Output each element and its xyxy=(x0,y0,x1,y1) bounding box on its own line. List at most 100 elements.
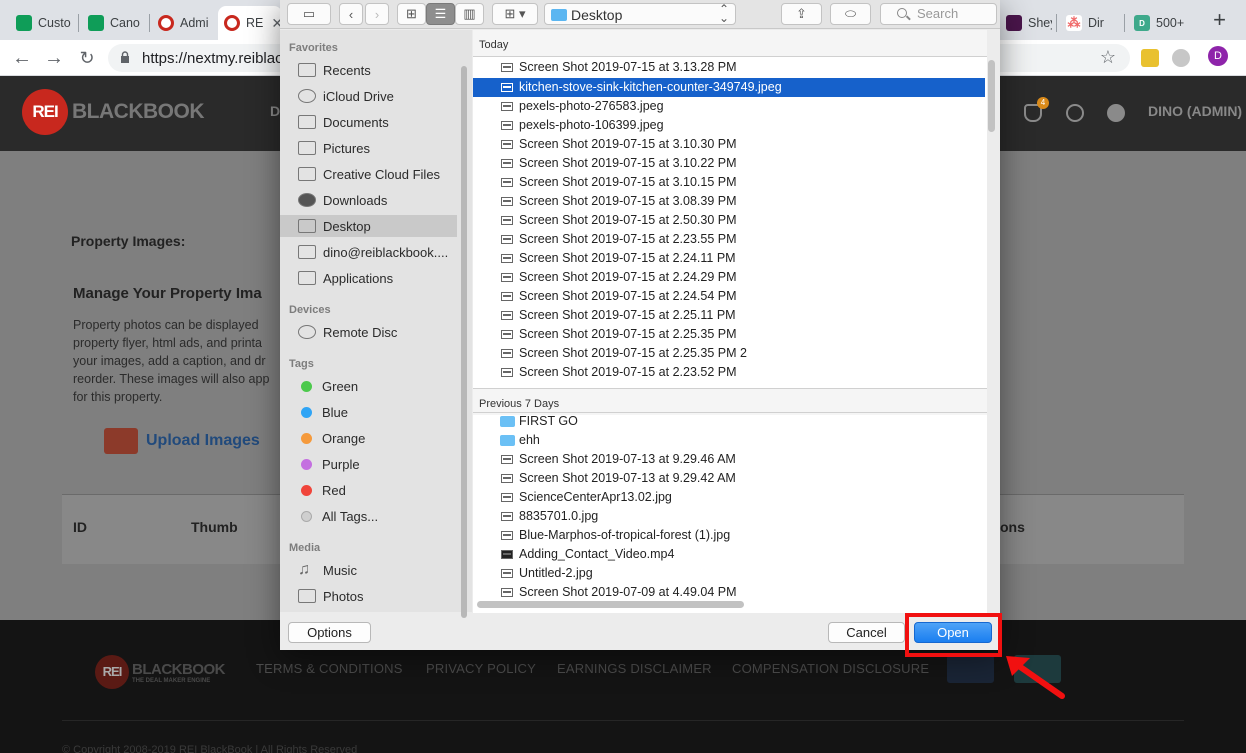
extension-icon[interactable] xyxy=(1172,49,1190,67)
reload-icon[interactable]: ↻ xyxy=(75,46,99,70)
icon-view-icon[interactable]: ⊞ xyxy=(397,3,426,25)
location-dropdown[interactable]: Desktop ⌃ ⌄ xyxy=(544,3,736,25)
file-row[interactable]: Screen Shot 2019-07-15 at 2.25.35 PM xyxy=(473,325,985,344)
bookmark-star-icon[interactable]: ☆ xyxy=(1100,47,1116,68)
image-file-icon xyxy=(501,140,513,149)
sidebar-item-photos[interactable]: Photos xyxy=(280,585,457,607)
upload-images-button[interactable]: Upload Images xyxy=(104,428,260,454)
file-row[interactable]: Blue-Marphos-of-tropical-forest (1).jpg xyxy=(473,526,985,545)
sidebar-item-recents[interactable]: Recents xyxy=(280,59,457,81)
options-button[interactable]: Options xyxy=(288,622,371,643)
profile-avatar[interactable]: D xyxy=(1208,46,1228,66)
sidebar-item-music[interactable]: ♫ Music xyxy=(280,559,457,581)
file-row[interactable]: 8835701.0.jpg xyxy=(473,507,985,526)
folder-row[interactable]: FIRST GO xyxy=(473,412,985,431)
list-view-icon[interactable]: ☰ xyxy=(426,3,455,25)
column-view-icon[interactable]: ▥ xyxy=(455,3,484,25)
browser-tab[interactable]: Cano xyxy=(82,6,146,40)
sidebar-item-pictures[interactable]: Pictures xyxy=(280,137,457,159)
forward-arrow-icon[interactable]: → xyxy=(42,46,66,70)
file-row[interactable]: Adding_Contact_Video.mp4 xyxy=(473,545,985,564)
clock-icon[interactable] xyxy=(1066,104,1084,122)
file-row[interactable]: ScienceCenterApr13.02.jpg xyxy=(473,488,985,507)
browser-tab[interactable]: D 500+ xyxy=(1128,6,1192,40)
folder-row[interactable]: ehh xyxy=(473,431,985,450)
file-row[interactable]: Untitled-2.jpg xyxy=(473,564,985,583)
file-row[interactable]: Screen Shot 2019-07-15 at 3.10.22 PM xyxy=(473,154,985,173)
nav-item[interactable]: D xyxy=(270,103,280,119)
sidebar-item-applications[interactable]: Applications xyxy=(280,267,457,289)
browser-tab[interactable]: ⁂ Dir xyxy=(1060,6,1120,40)
facebook-icon[interactable] xyxy=(947,655,994,683)
file-row[interactable]: pexels-photo-106399.jpeg xyxy=(473,116,985,135)
browser-tab[interactable]: Admi xyxy=(152,6,218,40)
browser-tab-active[interactable]: RE ✕ xyxy=(218,6,282,40)
forward-chevron-icon[interactable]: › xyxy=(365,3,389,25)
file-row[interactable]: Screen Shot 2019-07-15 at 2.25.11 PM xyxy=(473,306,985,325)
back-arrow-icon[interactable]: ← xyxy=(10,46,34,70)
tag-dot-icon xyxy=(301,406,312,418)
footer-link-terms[interactable]: TERMS & CONDITIONS xyxy=(256,661,403,676)
footer-link-earnings[interactable]: EARNINGS DISCLAIMER xyxy=(557,661,712,676)
sidebar-tag-blue[interactable]: Blue xyxy=(280,401,457,423)
file-row[interactable]: Screen Shot 2019-07-15 at 3.10.30 PM xyxy=(473,135,985,154)
sidebar-item-home[interactable]: dino@reiblackbook.... xyxy=(280,241,457,263)
sidebar-item-downloads[interactable]: Downloads xyxy=(280,189,457,211)
footer-link-privacy[interactable]: PRIVACY POLICY xyxy=(426,661,536,676)
tag-icon[interactable]: ⬭ xyxy=(830,3,871,25)
user-menu[interactable]: DINO (ADMIN) xyxy=(1148,103,1242,119)
file-row[interactable]: Screen Shot 2019-07-15 at 2.24.11 PM xyxy=(473,249,985,268)
cancel-button[interactable]: Cancel xyxy=(828,622,905,643)
file-row[interactable]: Screen Shot 2019-07-09 at 4.49.04 PM xyxy=(473,583,985,602)
file-row[interactable]: Screen Shot 2019-07-13 at 9.29.46 AM xyxy=(473,450,985,469)
file-row-selected[interactable]: kitchen-stove-sink-kitchen-counter-34974… xyxy=(473,78,985,97)
file-row[interactable]: Screen Shot 2019-07-15 at 3.08.39 PM xyxy=(473,192,985,211)
image-file-icon xyxy=(501,216,513,225)
browser-tab[interactable]: Custo xyxy=(10,6,74,40)
file-row[interactable]: Screen Shot 2019-07-15 at 2.25.35 PM 2 xyxy=(473,344,985,363)
sidebar-tag-purple[interactable]: Purple xyxy=(280,453,457,475)
tag-dot-icon xyxy=(301,484,312,496)
file-row[interactable]: Screen Shot 2019-07-15 at 2.24.54 PM xyxy=(473,287,985,306)
sheets-icon xyxy=(16,15,32,31)
search-field[interactable]: Search xyxy=(880,3,997,25)
sidebar-tag-orange[interactable]: Orange xyxy=(280,427,457,449)
file-name: Screen Shot 2019-07-15 at 2.24.11 PM xyxy=(519,251,736,265)
music-note-icon: ♫ xyxy=(298,561,310,578)
back-chevron-icon[interactable]: ‹ xyxy=(339,3,363,25)
file-row[interactable]: Screen Shot 2019-07-13 at 9.29.42 AM xyxy=(473,469,985,488)
sidebar-item-label: Remote Disc xyxy=(323,324,398,340)
footer-link-compensation[interactable]: COMPENSATION DISCLOSURE xyxy=(732,661,929,676)
sidebar-item-remote-disc[interactable]: Remote Disc xyxy=(280,321,457,343)
file-list-horizontal-scrollbar[interactable] xyxy=(477,601,744,608)
file-row[interactable]: Screen Shot 2019-07-15 at 2.24.29 PM xyxy=(473,268,985,287)
sidebar-tag-green[interactable]: Green xyxy=(280,375,457,397)
sidebar-item-icloud[interactable]: iCloud Drive xyxy=(280,85,457,107)
sidebar-item-label: Creative Cloud Files xyxy=(323,166,441,182)
site-logo[interactable]: REI BLACKBOOK xyxy=(22,89,205,135)
file-row[interactable]: Screen Shot 2019-07-15 at 3.13.28 PM xyxy=(473,58,985,77)
file-row[interactable]: Screen Shot 2019-07-15 at 2.50.30 PM xyxy=(473,211,985,230)
slack-icon xyxy=(1006,15,1022,31)
file-name: kitchen-stove-sink-kitchen-counter-34974… xyxy=(519,80,782,94)
sidebar-toggle-icon[interactable]: ▭ xyxy=(287,3,331,25)
sidebar-item-creative-cloud[interactable]: Creative Cloud Files xyxy=(280,163,457,185)
sidebar-tag-red[interactable]: Red xyxy=(280,479,457,501)
sidebar-item-desktop[interactable]: Desktop xyxy=(280,215,457,237)
file-list-vertical-scrollbar[interactable] xyxy=(988,60,995,132)
sidebar-tag-all[interactable]: All Tags... xyxy=(280,505,457,527)
group-by-icon[interactable]: ⊞ ▾ xyxy=(492,3,538,25)
file-row[interactable]: Screen Shot 2019-07-15 at 2.23.52 PM xyxy=(473,363,985,382)
sidebar-scrollbar[interactable] xyxy=(461,66,467,618)
file-row[interactable]: Screen Shot 2019-07-15 at 2.23.55 PM xyxy=(473,230,985,249)
sidebar-item-documents[interactable]: Documents xyxy=(280,111,457,133)
new-tab-button[interactable]: + xyxy=(1213,9,1226,31)
extension-icon[interactable] xyxy=(1141,49,1159,67)
file-name: Screen Shot 2019-07-15 at 2.24.54 PM xyxy=(519,289,737,303)
file-row[interactable]: pexels-photo-276583.jpeg xyxy=(473,97,985,116)
file-name: Screen Shot 2019-07-09 at 4.49.04 PM xyxy=(519,585,737,599)
help-icon[interactable] xyxy=(1107,104,1125,122)
browser-tab[interactable]: Shey xyxy=(1000,6,1052,40)
share-icon[interactable]: ⇪ xyxy=(781,3,822,25)
file-row[interactable]: Screen Shot 2019-07-15 at 3.10.15 PM xyxy=(473,173,985,192)
